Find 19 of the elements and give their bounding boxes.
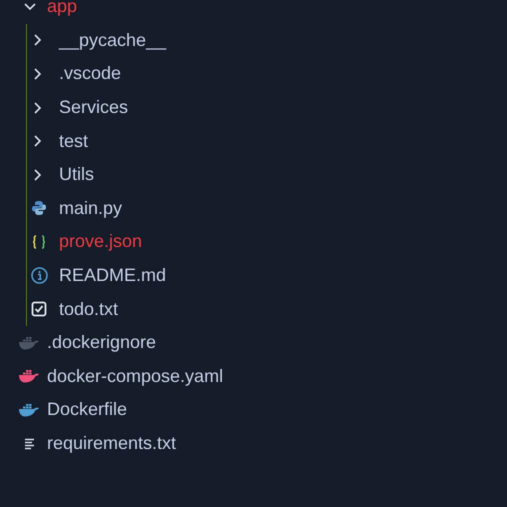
folder-name[interactable]: .vscode [59,63,122,84]
file-name[interactable]: requirements.txt [47,433,176,454]
folder-name[interactable]: Services [59,97,128,118]
folder-name[interactable]: app [47,0,78,18]
braces-icon [31,234,47,250]
info-icon [31,267,48,284]
file-name[interactable]: README.md [59,265,166,286]
file-name[interactable]: prove.json [59,231,142,252]
file-name[interactable]: todo.txt [59,298,118,320]
file-name[interactable]: docker-compose.yaml [47,366,224,387]
file-name[interactable]: main.py [59,198,122,219]
folder-name[interactable]: test [59,130,88,152]
folder-name[interactable]: Utils [59,164,94,186]
folder-name[interactable]: __pycache__ [59,30,166,51]
file-name[interactable]: .dockerignore [47,332,156,354]
checkbox-icon [31,301,47,318]
python-icon [31,200,47,216]
file-name[interactable]: Dockerfile [47,399,128,420]
lines-icon [23,436,37,451]
